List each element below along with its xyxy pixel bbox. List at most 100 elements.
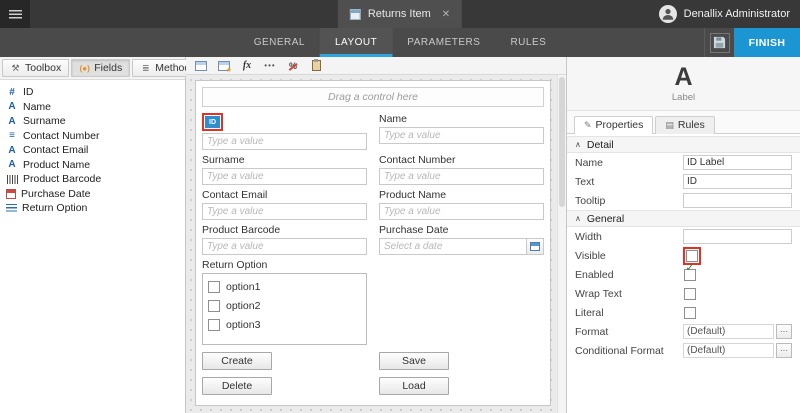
left-panel: ⚒ Toolbox (●) Fields ≣ Methods # ID [0, 57, 186, 413]
format-button[interactable]: % [283, 58, 303, 73]
field-item-name[interactable]: A Name [0, 100, 185, 115]
field-item-purchase-date[interactable]: Purchase Date [0, 187, 185, 202]
form-save-button[interactable]: Save [379, 352, 449, 370]
drop-zone[interactable]: Drag a control here [202, 87, 544, 107]
literal-checkbox[interactable] [684, 307, 696, 319]
checkbox-wrap [683, 287, 697, 301]
name-label: Name [379, 113, 544, 126]
id-field-icon: # [6, 87, 18, 98]
form-icon [350, 9, 361, 20]
avatar [659, 5, 677, 23]
prop-label: Visible [575, 250, 683, 262]
tab-toolbox[interactable]: ⚒ Toolbox [2, 59, 69, 77]
canvas-scrollbar[interactable] [557, 75, 566, 413]
prop-width-input[interactable] [683, 229, 792, 244]
section-detail[interactable]: ∧ Detail [567, 136, 800, 153]
prop-row-width: Width [567, 227, 800, 246]
user-menu[interactable]: Denallix Administrator [659, 0, 800, 28]
field-item-contact-number[interactable]: ≡ Contact Number [0, 129, 185, 144]
tab-general[interactable]: GENERAL [239, 28, 320, 57]
prop-label: Wrap Text [575, 288, 683, 300]
text-field-icon: A [6, 116, 18, 127]
contact-number-input[interactable] [379, 168, 544, 185]
conditional-format-more-button[interactable]: ··· [776, 343, 792, 358]
prop-text-input[interactable] [683, 174, 792, 189]
section-title: Detail [587, 139, 614, 151]
text-field-icon: A [6, 145, 18, 156]
wrap-text-checkbox[interactable] [684, 288, 696, 300]
purchase-date-input[interactable] [379, 238, 526, 255]
more-options-button[interactable]: ••• [260, 58, 280, 73]
topbar: Returns Item ✕ Denallix Administrator [0, 0, 800, 28]
option2-checkbox[interactable] [208, 300, 220, 312]
form-field-return-option: Return Option option1 option2 [202, 259, 367, 345]
finish-button[interactable]: FINISH [734, 28, 800, 57]
prop-row-format: Format (Default) ··· [567, 322, 800, 341]
barcode-field-icon [7, 175, 18, 184]
prop-label: Name [575, 157, 683, 169]
tab-control-rules[interactable]: ▤ Rules [655, 116, 714, 134]
product-barcode-label: Product Barcode [202, 224, 367, 237]
field-item-product-name[interactable]: A Product Name [0, 158, 185, 173]
scrollbar-thumb[interactable] [559, 77, 565, 207]
app-menu-button[interactable] [0, 0, 30, 28]
design-canvas: Drag a control here ID Name [186, 75, 566, 413]
format-value[interactable]: (Default) [683, 324, 774, 339]
load-button[interactable]: Load [379, 377, 449, 395]
save-button[interactable] [704, 28, 734, 57]
surname-label: Surname [202, 154, 367, 167]
tab-layout[interactable]: LAYOUT [320, 28, 392, 57]
prop-label: Tooltip [575, 195, 683, 207]
contact-email-input[interactable] [202, 203, 367, 220]
wrench-icon: ⚒ [10, 63, 21, 74]
field-item-id[interactable]: # ID [0, 85, 185, 100]
clipboard-icon [312, 60, 321, 71]
tab-properties[interactable]: ✎ Properties [574, 116, 653, 134]
product-name-input[interactable] [379, 203, 544, 220]
delete-button[interactable]: Delete [202, 377, 272, 395]
tab-properties-label: Properties [596, 119, 644, 131]
insert-table-button[interactable] [191, 58, 211, 73]
id-label-control[interactable]: ID [205, 116, 220, 128]
option1-checkbox[interactable] [208, 281, 220, 293]
tab-parameters[interactable]: PARAMETERS [392, 28, 495, 57]
expression-button[interactable]: fx [237, 58, 257, 73]
date-picker-button[interactable] [526, 238, 544, 255]
tab-fields[interactable]: (●) Fields [71, 59, 130, 77]
create-button[interactable]: Create [202, 352, 272, 370]
field-item-label: Product Barcode [23, 173, 101, 185]
option1-label: option1 [226, 281, 260, 293]
insert-view-button[interactable] [214, 58, 234, 73]
field-item-return-option[interactable]: Return Option [0, 201, 185, 216]
option3-checkbox[interactable] [208, 319, 220, 331]
paste-button[interactable] [306, 58, 326, 73]
visible-checkbox[interactable] [686, 250, 698, 262]
prop-row-literal: Literal [567, 303, 800, 322]
product-barcode-input[interactable] [202, 238, 367, 255]
field-item-contact-email[interactable]: A Contact Email [0, 143, 185, 158]
close-icon[interactable]: ✕ [442, 9, 450, 20]
tab-rules[interactable]: RULES [495, 28, 561, 57]
field-item-surname[interactable]: A Surname [0, 114, 185, 129]
section-general[interactable]: ∧ General [567, 210, 800, 227]
product-name-label: Product Name [379, 189, 544, 202]
surname-input[interactable] [202, 168, 367, 185]
document-tab[interactable]: Returns Item ✕ [338, 0, 462, 28]
collapse-caret-icon: ∧ [575, 140, 581, 149]
text-field-icon: A [6, 101, 18, 112]
name-input[interactable] [379, 127, 544, 144]
prop-name-input[interactable] [683, 155, 792, 170]
form-field-name: Name [379, 113, 544, 150]
enabled-checkbox[interactable] [684, 269, 696, 281]
id-input[interactable] [202, 133, 367, 150]
id-label-highlight-box: ID [202, 113, 223, 131]
floppy-icon [710, 33, 730, 53]
percent-icon: % [289, 61, 297, 71]
prop-tooltip-input[interactable] [683, 193, 792, 208]
more-icon: ••• [264, 61, 275, 70]
prop-label: Format [575, 326, 683, 338]
field-item-product-barcode[interactable]: Product Barcode [0, 172, 185, 187]
format-more-button[interactable]: ··· [776, 324, 792, 339]
option3-label: option3 [226, 319, 260, 331]
conditional-format-value[interactable]: (Default) [683, 343, 774, 358]
